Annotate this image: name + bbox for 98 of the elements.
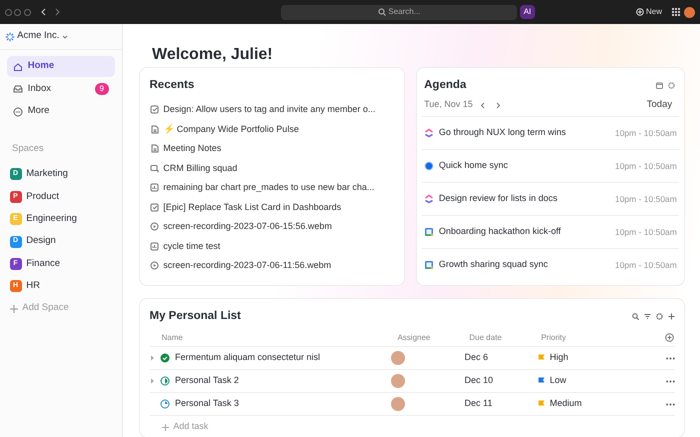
new-button[interactable]: New xyxy=(636,6,662,18)
recent-item[interactable]: Design: Allow users to tag and invite any member o... xyxy=(163,103,376,116)
caret-icon xyxy=(62,34,68,40)
recent-item[interactable]: [Epic] Replace Task List Card in Dashboards xyxy=(163,200,342,214)
priority-label: Medium xyxy=(550,397,582,410)
recent-item[interactable]: remaining bar chart pre_mades to use new bar cha... xyxy=(163,181,374,194)
plus-icon xyxy=(10,304,18,313)
ai-button[interactable]: AI xyxy=(520,5,536,19)
space-item[interactable]: Product xyxy=(26,190,59,204)
avatar[interactable] xyxy=(684,6,696,18)
add-column-icon xyxy=(665,333,674,342)
event-title[interactable]: Go through NUX long term wins xyxy=(438,126,610,140)
more-options-icon xyxy=(666,402,674,406)
more-icon xyxy=(13,106,23,116)
event-title[interactable]: Onboarding hackathon kick-off xyxy=(438,225,610,239)
workspace-switcher[interactable]: Acme Inc. xyxy=(0,24,122,50)
settings-icon xyxy=(656,312,663,320)
next-icon xyxy=(495,102,502,108)
avatar xyxy=(391,351,405,365)
search-icon xyxy=(632,312,640,320)
settings-icon xyxy=(668,82,674,89)
apps-grid-icon xyxy=(672,8,680,16)
priority-label: High xyxy=(550,351,568,364)
nav-item[interactable]: More xyxy=(7,101,115,122)
video-icon xyxy=(150,261,158,270)
recent-item[interactable]: CRM Billing squad xyxy=(163,162,238,175)
space-item[interactable]: Marketing xyxy=(26,167,68,182)
filter-icon xyxy=(644,312,651,320)
task-name[interactable]: Personal Task 2 xyxy=(175,374,239,388)
progress-status-icon xyxy=(160,376,170,386)
more-options-icon xyxy=(666,380,674,382)
document-icon xyxy=(150,144,158,154)
task-name[interactable]: Fermentum aliquam consectetur nisl xyxy=(175,351,320,365)
search-icon xyxy=(378,8,386,16)
space-item[interactable]: HR xyxy=(26,279,40,294)
more-options-icon xyxy=(666,356,674,360)
review-status-icon xyxy=(160,399,170,409)
avatar xyxy=(391,397,405,411)
space-item[interactable]: Finance xyxy=(26,256,60,272)
dashboard-icon xyxy=(150,183,158,192)
avatar xyxy=(391,374,405,388)
search-field[interactable]: Search... xyxy=(281,4,518,20)
column-header: Name xyxy=(162,332,184,344)
due-date: Dec 11 xyxy=(464,397,494,410)
done-status-icon xyxy=(160,353,170,363)
plus-circle-icon xyxy=(636,8,644,16)
nav-item[interactable]: Inbox 9 xyxy=(7,78,115,100)
task-name[interactable]: Personal Task 3 xyxy=(175,397,239,411)
forward-icon xyxy=(52,8,61,16)
plus-icon xyxy=(668,312,674,320)
app-logo-icon xyxy=(424,128,434,138)
recent-item[interactable]: ⚡ Company Wide Portfolio Pulse xyxy=(163,122,299,136)
event-time: 10pm - 10:50am xyxy=(614,160,677,172)
task-icon xyxy=(150,105,158,114)
space-item[interactable]: Engineering xyxy=(26,212,77,226)
calendar-app-icon xyxy=(424,227,434,237)
event-time: 10pm - 10:50am xyxy=(614,226,677,238)
app-logo-icon xyxy=(424,194,434,204)
inbox-icon xyxy=(13,84,23,94)
space-item[interactable]: Design xyxy=(26,234,56,249)
logo-icon xyxy=(4,32,15,42)
card-title: Recents xyxy=(150,78,196,93)
card-title: Agenda xyxy=(424,78,468,93)
event-title[interactable]: Growth sharing squad sync xyxy=(438,258,610,272)
document-icon xyxy=(150,124,158,134)
section-heading: Spaces xyxy=(11,142,45,156)
due-date: Dec 6 xyxy=(464,351,490,364)
calendar-app-icon xyxy=(424,260,434,270)
recent-item[interactable]: cycle time test xyxy=(163,240,220,253)
previous-icon xyxy=(480,102,486,108)
priority-label: Low xyxy=(550,374,566,388)
video-icon xyxy=(150,222,158,232)
today-button[interactable]: Today xyxy=(646,98,672,112)
count-badge: 9 xyxy=(94,83,109,95)
event-title[interactable]: Design review for lists in docs xyxy=(438,192,610,206)
dashboard-icon xyxy=(150,242,158,251)
recent-item[interactable]: screen-recording-2023-07-06-15:56.webm xyxy=(163,220,332,234)
task-icon xyxy=(150,202,158,212)
event-time: 10pm - 10:50am xyxy=(614,192,677,206)
due-date: Dec 10 xyxy=(464,374,494,388)
event-time: 10pm - 10:50am xyxy=(614,258,677,272)
date-label: Tue, Nov 15 xyxy=(424,98,473,112)
plus-icon xyxy=(162,424,168,430)
calendar-icon xyxy=(656,82,663,89)
home-icon xyxy=(13,62,23,72)
recent-item[interactable]: Meeting Notes xyxy=(163,142,222,156)
event-title[interactable]: Quick home sync xyxy=(438,159,610,173)
card-title: My Personal List xyxy=(150,308,242,324)
chat-icon xyxy=(150,164,158,173)
recent-item[interactable]: screen-recording-2023-07-06-11:56.webm xyxy=(163,259,332,272)
column-header: Priority xyxy=(541,332,567,344)
column-header: Assignee xyxy=(397,332,432,344)
back-icon xyxy=(40,8,48,16)
event-time: 10pm - 10:50am xyxy=(614,126,677,140)
nav-item[interactable]: Home xyxy=(7,56,115,77)
column-header: Due date xyxy=(469,332,503,344)
record-icon xyxy=(424,161,434,171)
page-heading: Welcome, Julie! xyxy=(151,45,274,65)
